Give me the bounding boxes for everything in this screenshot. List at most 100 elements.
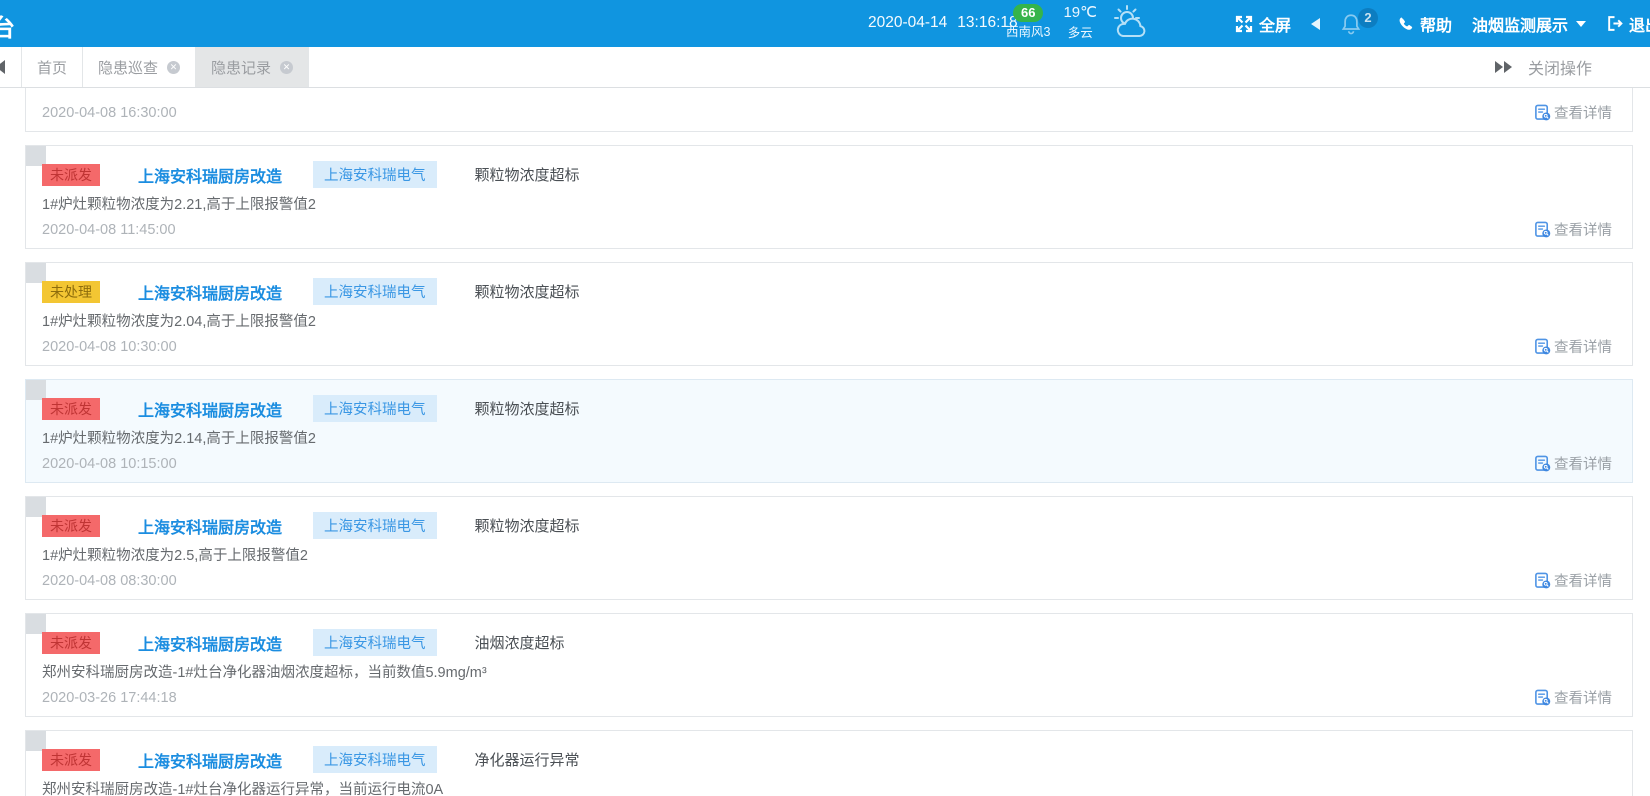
- site-link[interactable]: 上海安科瑞厨房改造: [138, 631, 282, 655]
- hazard-record-card[interactable]: 未派发 上海安科瑞厨房改造 上海安科瑞电气 颗粒物浓度超标 1#炉灶颗粒物浓度为…: [25, 379, 1633, 483]
- tab-label: 首页: [37, 57, 67, 78]
- view-details-button[interactable]: 查看详情: [1534, 102, 1612, 123]
- temperature-label: 19℃: [1063, 3, 1097, 23]
- view-details-button[interactable]: 查看详情: [1534, 219, 1612, 240]
- phone-icon: [1398, 16, 1414, 32]
- record-timestamp: 2020-04-08 10:15:00: [42, 456, 177, 472]
- header-nav: 全屏 2 帮助 油烟监测展示: [1235, 0, 1650, 47]
- view-details-icon: [1534, 689, 1551, 706]
- record-footer-row: 2020-04-08 11:45:00 查看详情: [42, 219, 1612, 240]
- hazard-category-label: 颗粒物浓度超标: [475, 398, 580, 419]
- record-timestamp: 2020-03-26 17:44:18: [42, 690, 177, 706]
- hazard-description: 1#炉灶颗粒物浓度为2.5,高于上限报警值2: [42, 544, 308, 565]
- record-footer-row: 2020-04-08 08:30:00 查看详情: [42, 570, 1612, 591]
- hazard-record-card[interactable]: 未派发 上海安科瑞厨房改造 上海安科瑞电气 净化器运行异常 郑州安科瑞厨房改造-…: [25, 730, 1633, 796]
- company-badge: 上海安科瑞电气: [313, 746, 437, 773]
- site-link[interactable]: 上海安科瑞厨房改造: [138, 748, 282, 772]
- current-date: 2020-04-14: [868, 14, 947, 31]
- condition-label: 多云: [1068, 23, 1093, 43]
- tab-close-icon[interactable]: ✕: [167, 61, 180, 74]
- status-badge: 未派发: [42, 398, 100, 420]
- view-details-button[interactable]: 查看详情: [1534, 687, 1612, 708]
- view-details-icon: [1534, 338, 1551, 355]
- hazard-description: 郑州安科瑞厨房改造-1#灶台净化器运行异常，当前运行电流0A: [42, 778, 443, 796]
- hazard-record-card[interactable]: 未派发 上海安科瑞厨房改造 上海安科瑞电气 颗粒物浓度超标 1#炉灶颗粒物浓度为…: [25, 145, 1633, 249]
- record-header-row: 未派发 上海安科瑞厨房改造 上海安科瑞电气 颗粒物浓度超标: [42, 512, 580, 539]
- tab-label: 隐患记录: [211, 57, 271, 78]
- hazard-category-label: 净化器运行异常: [475, 749, 580, 770]
- fullscreen-button[interactable]: 全屏: [1235, 12, 1291, 36]
- view-details-label: 查看详情: [1554, 102, 1612, 123]
- site-link[interactable]: 上海安科瑞厨房改造: [138, 397, 282, 421]
- hazard-description: 1#炉灶颗粒物浓度为2.04,高于上限报警值2: [42, 310, 316, 331]
- hazard-description: 1#炉灶颗粒物浓度为2.14,高于上限报警值2: [42, 427, 316, 448]
- record-timestamp: 2020-04-08 10:30:00: [42, 339, 177, 355]
- record-header-row: 未派发 上海安科瑞厨房改造 上海安科瑞电气 颗粒物浓度超标: [42, 395, 580, 422]
- record-footer-row: 2020-03-26 17:44:18 查看详情: [42, 687, 1612, 708]
- monitor-menu-button[interactable]: 油烟监测展示: [1472, 12, 1586, 36]
- tab-1[interactable]: 隐患巡查 ✕: [83, 47, 196, 87]
- help-button[interactable]: 帮助: [1398, 12, 1452, 36]
- view-details-button[interactable]: 查看详情: [1534, 453, 1612, 474]
- company-badge: 上海安科瑞电气: [313, 512, 437, 539]
- view-details-label: 查看详情: [1554, 336, 1612, 357]
- weather-icon: [1110, 5, 1154, 41]
- hazard-record-card[interactable]: 未派发 上海安科瑞厨房改造 上海安科瑞电气 颗粒物浓度超标 1#炉灶颗粒物浓度为…: [25, 496, 1633, 600]
- site-link[interactable]: 上海安科瑞厨房改造: [138, 514, 282, 538]
- logout-icon: [1606, 15, 1623, 32]
- tab-scroll-left[interactable]: [0, 47, 22, 87]
- tab-scroll-left-icon: [0, 60, 5, 74]
- tab-0[interactable]: 首页: [22, 47, 83, 87]
- tab-bar: 首页 隐患巡查 ✕ 隐患记录 ✕ 关闭操作: [0, 47, 1650, 88]
- status-badge: 未派发: [42, 164, 100, 186]
- hazard-description: 郑州安科瑞厨房改造-1#灶台净化器油烟浓度超标，当前数值5.9mg/m³: [42, 661, 487, 682]
- view-details-button[interactable]: 查看详情: [1534, 570, 1612, 591]
- chevron-down-icon: [1576, 21, 1586, 27]
- site-link[interactable]: 上海安科瑞厨房改造: [138, 163, 282, 187]
- view-details-label: 查看详情: [1554, 687, 1612, 708]
- tab-bar-right-controls: 关闭操作: [1495, 47, 1650, 87]
- view-details-button[interactable]: 查看详情: [1534, 336, 1612, 357]
- record-footer-row: 2020-04-08 10:30:00 查看详情: [42, 336, 1612, 357]
- fullscreen-label: 全屏: [1259, 12, 1291, 36]
- hazard-category-label: 颗粒物浓度超标: [475, 515, 580, 536]
- view-details-label: 查看详情: [1554, 570, 1612, 591]
- record-header-row: 未派发 上海安科瑞厨房改造 上海安科瑞电气 净化器运行异常: [42, 746, 580, 773]
- hazard-category-label: 颗粒物浓度超标: [475, 164, 580, 185]
- company-badge: 上海安科瑞电气: [313, 395, 437, 422]
- status-badge: 未派发: [42, 749, 100, 771]
- notification-count-badge: 2: [1358, 8, 1378, 28]
- top-header: 台 2020-04-1413:16:18 66 西南风3 19℃ 多云: [0, 0, 1650, 47]
- hazard-category-label: 油烟浓度超标: [475, 632, 565, 653]
- tab-close-icon[interactable]: ✕: [280, 61, 293, 74]
- site-link[interactable]: 上海安科瑞厨房改造: [138, 280, 282, 304]
- notifications-button[interactable]: 2: [1340, 11, 1378, 37]
- record-timestamp: 2020-04-08 08:30:00: [42, 573, 177, 589]
- view-details-icon: [1534, 104, 1551, 121]
- tab-label: 隐患巡查: [98, 57, 158, 78]
- monitor-menu-label: 油烟监测展示: [1472, 12, 1568, 36]
- tab-2[interactable]: 隐患记录 ✕: [196, 47, 309, 87]
- weather-widget: 66 西南风3 19℃ 多云: [1006, 3, 1154, 43]
- fullscreen-icon: [1235, 15, 1253, 33]
- hazard-record-card[interactable]: 未派发 上海安科瑞厨房改造 上海安科瑞电气 油烟浓度超标 郑州安科瑞厨房改造-1…: [25, 613, 1633, 717]
- record-footer-row: 2020-04-08 10:15:00 查看详情: [42, 453, 1612, 474]
- status-badge: 未派发: [42, 515, 100, 537]
- tab-scroll-right-icon[interactable]: [1495, 61, 1512, 73]
- logout-button[interactable]: 退出: [1606, 12, 1650, 36]
- company-badge: 上海安科瑞电气: [313, 278, 437, 305]
- close-operations-button[interactable]: 关闭操作: [1528, 55, 1650, 79]
- view-details-label: 查看详情: [1554, 219, 1612, 240]
- hazard-record-list: 2020-04-08 16:30:00 查看详情 未派发 上海安科瑞厨房改造: [0, 28, 1650, 796]
- speaker-mute-icon[interactable]: [1311, 18, 1320, 30]
- hazard-category-label: 颗粒物浓度超标: [475, 281, 580, 302]
- record-header-row: 未派发 上海安科瑞厨房改造 上海安科瑞电气 颗粒物浓度超标: [42, 161, 580, 188]
- aqi-badge: 66: [1013, 4, 1043, 22]
- record-footer-row: 2020-04-08 16:30:00 查看详情: [42, 102, 1612, 123]
- record-header-row: 未派发 上海安科瑞厨房改造 上海安科瑞电气 油烟浓度超标: [42, 629, 565, 656]
- company-badge: 上海安科瑞电气: [313, 161, 437, 188]
- help-label: 帮助: [1420, 12, 1452, 36]
- datetime-display: 2020-04-1413:16:18: [868, 14, 1018, 32]
- logout-label: 退出: [1629, 12, 1650, 36]
- hazard-record-card[interactable]: 未处理 上海安科瑞厨房改造 上海安科瑞电气 颗粒物浓度超标 1#炉灶颗粒物浓度为…: [25, 262, 1633, 366]
